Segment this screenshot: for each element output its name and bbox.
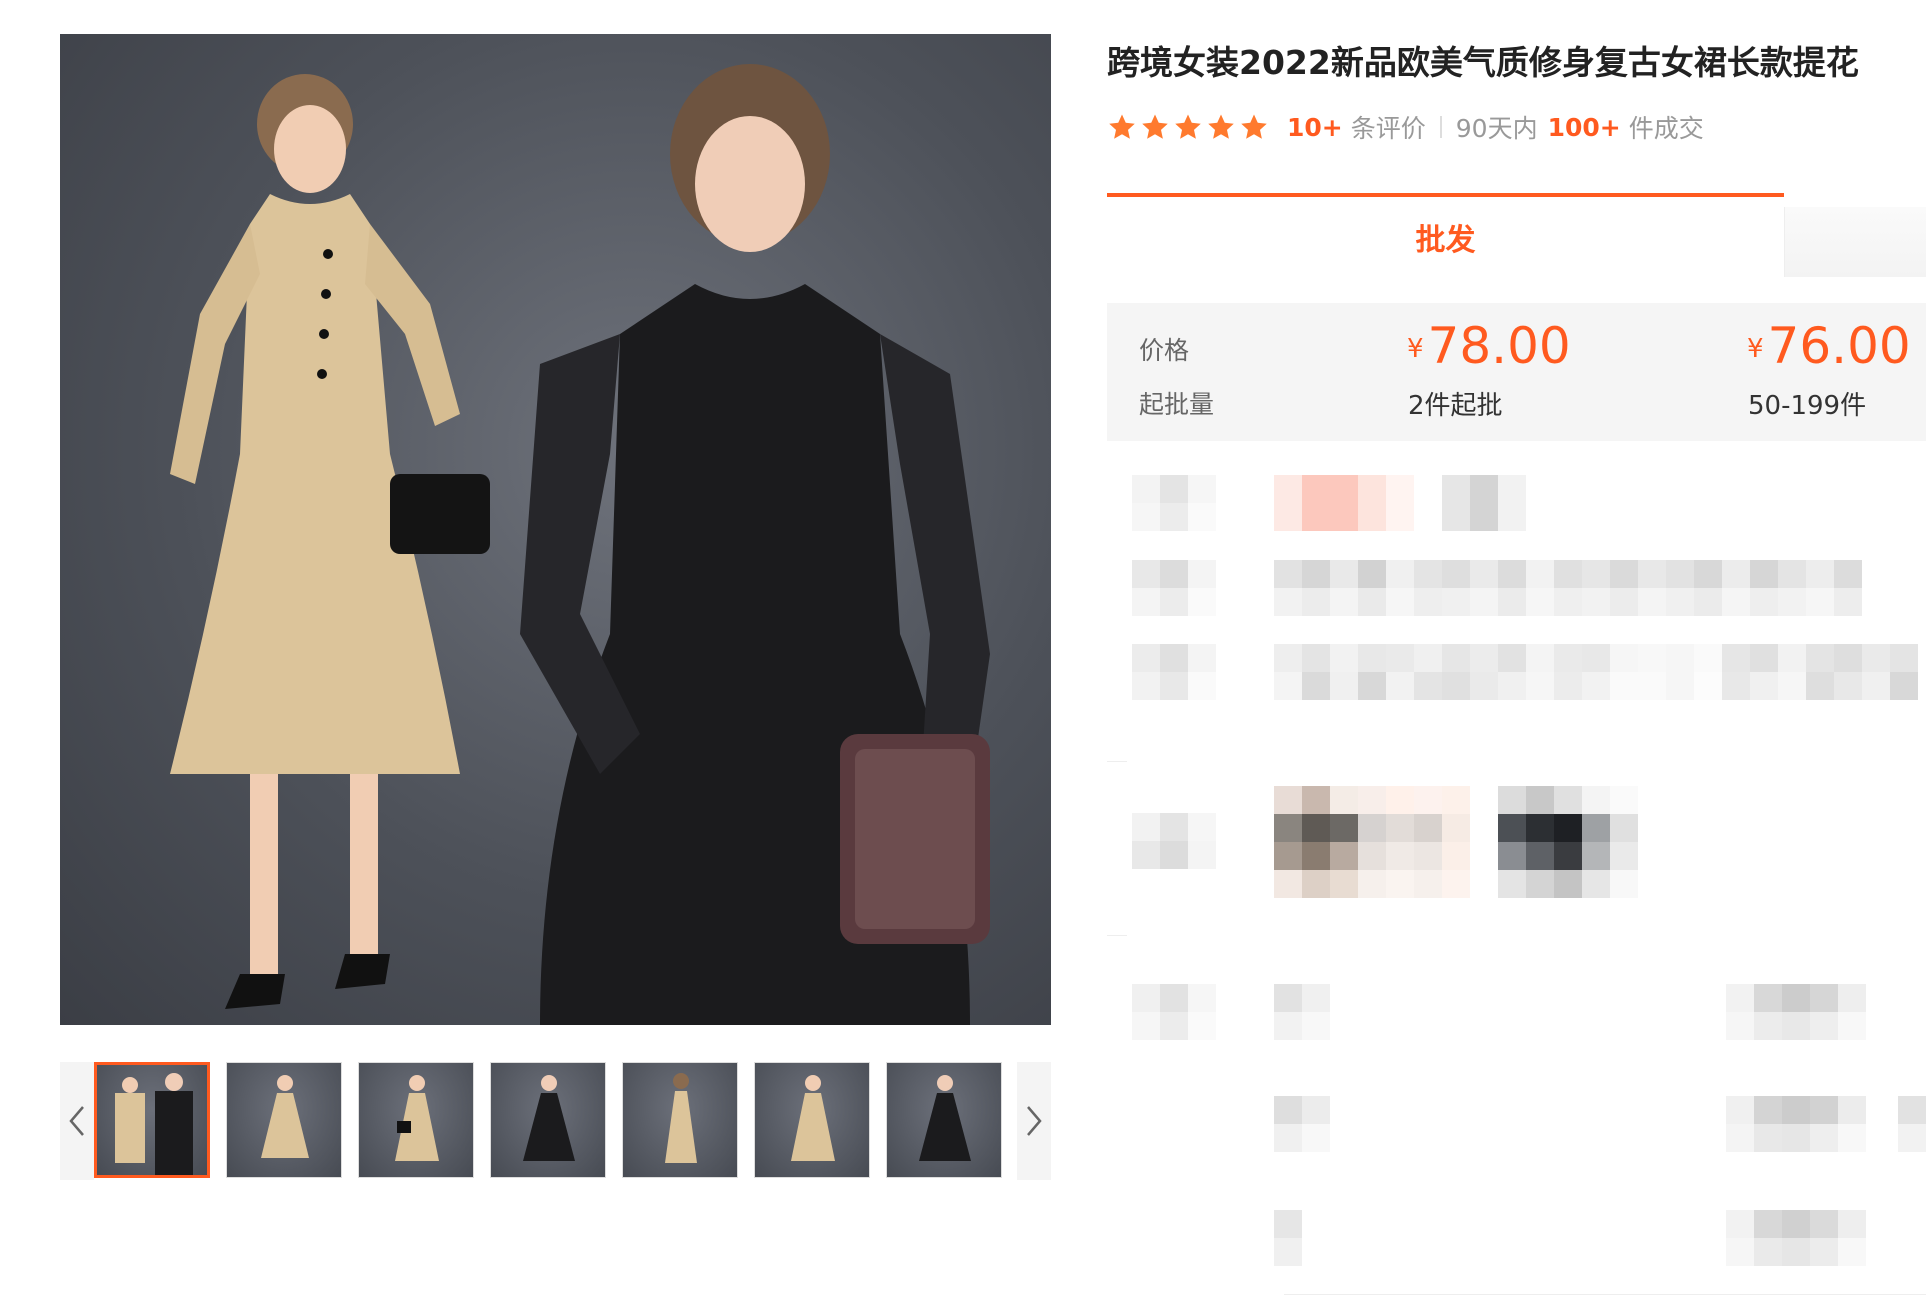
- star-icon: [1208, 114, 1234, 139]
- obscured-size-price: [1726, 1096, 1866, 1152]
- obscured-option-selected[interactable]: [1274, 475, 1414, 531]
- obscured-label: [1132, 644, 1216, 700]
- obscured-option[interactable]: [1442, 475, 1526, 531]
- review-count[interactable]: 10+: [1287, 113, 1343, 142]
- thumbnail-image: [665, 1073, 697, 1163]
- price-tier-1: ¥78.00: [1407, 321, 1571, 374]
- chevron-left-icon: [69, 1106, 84, 1136]
- thumbnail-image: [523, 1075, 575, 1161]
- thumbnail-6[interactable]: [754, 1062, 870, 1178]
- thumbnail-1[interactable]: [94, 1062, 210, 1178]
- sales-count: 100+: [1547, 112, 1621, 142]
- obscured-size-price: [1726, 984, 1866, 1040]
- tier-2-quantity: 50-199件: [1748, 391, 1867, 421]
- star-icon: [1109, 114, 1135, 139]
- thumbnail-2[interactable]: [226, 1062, 342, 1178]
- review-label[interactable]: 条评价: [1351, 109, 1426, 145]
- thumbnail-image: [919, 1075, 971, 1161]
- moq-label: 起批量: [1139, 390, 1215, 419]
- obscured-edge: [1898, 1096, 1926, 1152]
- chevron-right-icon: [1027, 1106, 1042, 1136]
- obscured-color-option-2[interactable]: [1498, 786, 1638, 898]
- divider: [1439, 116, 1442, 138]
- price-value: 78.00: [1427, 317, 1571, 375]
- obscured-value: [1274, 560, 1862, 616]
- thumbnail-image: [115, 1073, 193, 1175]
- price-tier-2: ¥76.00: [1747, 321, 1911, 374]
- obscured-label: [1132, 475, 1216, 531]
- obscured-label: [1132, 984, 1216, 1040]
- thumbnail-4[interactable]: [490, 1062, 606, 1178]
- main-product-image[interactable]: [60, 34, 1051, 1025]
- obscured-size-option[interactable]: [1274, 984, 1330, 1040]
- thumbnail-strip: [60, 1062, 1051, 1180]
- star-icon: [1241, 114, 1267, 139]
- thumbnail-image: [395, 1075, 439, 1161]
- star-icon: [1142, 114, 1168, 139]
- thumbnail-5[interactable]: [622, 1062, 738, 1178]
- price-value: 76.00: [1767, 317, 1911, 375]
- obscured-size-option[interactable]: [1274, 1096, 1330, 1152]
- divider: [1107, 935, 1127, 936]
- model-black-dress: [520, 64, 990, 1025]
- product-title: 跨境女装2022新品欧美气质修身复古女裙长款提花: [1107, 43, 1859, 82]
- rating-summary: 10+ 条评价 90天内 100+ 件成交: [1107, 108, 1704, 146]
- divider: [1284, 1294, 1926, 1295]
- currency-symbol: ¥: [1747, 334, 1764, 364]
- obscured-label: [1132, 813, 1216, 869]
- price-panel: 价格 起批量 ¥78.00 2件起批 ¥76.00 50-199件: [1107, 303, 1926, 441]
- thumbnail-next-button[interactable]: [1017, 1062, 1051, 1180]
- price-label: 价格: [1139, 336, 1190, 365]
- sales-label: 件成交: [1628, 114, 1704, 143]
- divider: [1107, 761, 1127, 762]
- obscured-size-option[interactable]: [1274, 1210, 1302, 1266]
- obscured-size-price: [1726, 1210, 1866, 1266]
- period-label: 90天内: [1455, 114, 1538, 143]
- thumbnail-prev-button[interactable]: [60, 1062, 94, 1180]
- thumbnail-image: [791, 1075, 835, 1161]
- thumbnail-7[interactable]: [886, 1062, 1002, 1178]
- tab-wholesale[interactable]: 批发: [1107, 193, 1784, 277]
- model-beige-dress: [170, 74, 490, 1009]
- currency-symbol: ¥: [1407, 334, 1424, 364]
- obscured-label: [1132, 560, 1216, 616]
- obscured-color-option-1[interactable]: [1274, 786, 1470, 898]
- thumbnail-3[interactable]: [358, 1062, 474, 1178]
- thumbnail-image: [261, 1075, 309, 1158]
- star-rating: [1107, 112, 1269, 142]
- tier-1-quantity: 2件起批: [1408, 391, 1503, 421]
- star-icon: [1175, 114, 1201, 139]
- tab-other[interactable]: [1784, 207, 1926, 277]
- obscured-value: [1274, 644, 1918, 700]
